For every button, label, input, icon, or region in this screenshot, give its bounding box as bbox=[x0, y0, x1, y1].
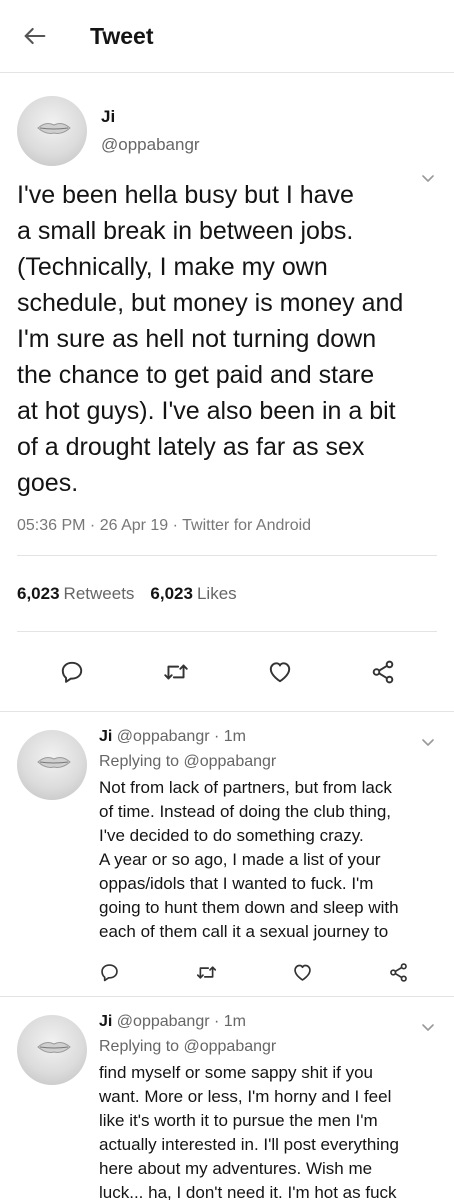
heart-icon bbox=[269, 661, 290, 682]
avatar[interactable] bbox=[17, 96, 87, 166]
author-name[interactable]: Ji bbox=[101, 107, 200, 127]
share-button[interactable] bbox=[370, 659, 396, 685]
retweets-count: 6,023 bbox=[17, 583, 60, 603]
chevron-down-icon bbox=[422, 1024, 434, 1031]
main-tweet: Ji @oppabangr I've been hella busy but I… bbox=[0, 73, 454, 712]
chevron-down-icon bbox=[422, 739, 434, 746]
comment-icon bbox=[101, 963, 118, 981]
share-button[interactable] bbox=[388, 962, 409, 983]
replying-to[interactable]: Replying to @oppabangr bbox=[99, 751, 437, 773]
retweet-button[interactable] bbox=[195, 962, 218, 983]
like-button[interactable] bbox=[292, 962, 313, 983]
like-button[interactable] bbox=[267, 659, 293, 685]
reply-button[interactable] bbox=[99, 962, 120, 983]
more-options-button[interactable] bbox=[420, 1019, 436, 1035]
tweet-text: I've been hella busy but I have a small … bbox=[17, 181, 404, 497]
heart-icon bbox=[294, 964, 312, 981]
more-options-button[interactable] bbox=[420, 734, 436, 750]
comment-icon bbox=[61, 661, 82, 683]
likes-label: Likes bbox=[196, 583, 237, 603]
main-tweet-header: Ji @oppabangr bbox=[17, 73, 437, 173]
retweet-button[interactable] bbox=[162, 659, 190, 685]
retweet-icon bbox=[163, 664, 188, 679]
lips-image bbox=[37, 1042, 71, 1053]
reply-header: Ji @oppabangr · 1m bbox=[99, 726, 437, 748]
reply-actions bbox=[99, 948, 437, 996]
lips-image bbox=[37, 757, 71, 768]
tweet-actions bbox=[0, 632, 454, 712]
reply-button[interactable] bbox=[59, 659, 85, 685]
tweet-stats: 6,023 Retweets 6,023 Likes bbox=[17, 556, 437, 632]
author-name[interactable]: Ji bbox=[99, 728, 112, 745]
author-name[interactable]: Ji bbox=[99, 1013, 112, 1030]
tweet-timestamp[interactable]: 05:36 PM · 26 Apr 19 · Twitter for Andro… bbox=[17, 517, 437, 541]
author-handle-time[interactable]: @oppabangr · 1m bbox=[117, 1013, 246, 1030]
reply-header: Ji @oppabangr · 1m bbox=[99, 1011, 437, 1033]
likes-stat[interactable]: 6,023 Likes bbox=[150, 584, 236, 604]
more-options-button[interactable] bbox=[420, 170, 436, 186]
lips-image bbox=[37, 123, 71, 134]
avatar[interactable] bbox=[17, 730, 87, 800]
retweet-icon bbox=[196, 965, 216, 979]
reply-text: find myself or some sappy shit if you wa… bbox=[99, 1063, 399, 1200]
chevron-down-icon bbox=[422, 175, 434, 182]
replying-to[interactable]: Replying to @oppabangr bbox=[99, 1036, 437, 1058]
top-bar: Tweet bbox=[0, 0, 454, 73]
reply-tweet[interactable]: Ji @oppabangr · 1m Replying to @oppabang… bbox=[0, 712, 454, 997]
arrow-left-icon bbox=[24, 27, 46, 45]
retweets-stat[interactable]: 6,023 Retweets bbox=[17, 584, 134, 604]
reply-text: Not from lack of partners, but from lack… bbox=[99, 778, 399, 941]
reply-tweet[interactable]: Ji @oppabangr · 1m Replying to @oppabang… bbox=[0, 997, 454, 1200]
author-handle-time[interactable]: @oppabangr · 1m bbox=[117, 728, 246, 745]
likes-count: 6,023 bbox=[150, 583, 193, 603]
share-icon bbox=[372, 660, 393, 683]
back-button[interactable] bbox=[0, 0, 70, 73]
page-title: Tweet bbox=[90, 22, 154, 49]
retweets-label: Retweets bbox=[63, 583, 135, 603]
avatar[interactable] bbox=[17, 1015, 87, 1085]
share-icon bbox=[390, 962, 407, 982]
author-handle[interactable]: @oppabangr bbox=[101, 135, 200, 155]
